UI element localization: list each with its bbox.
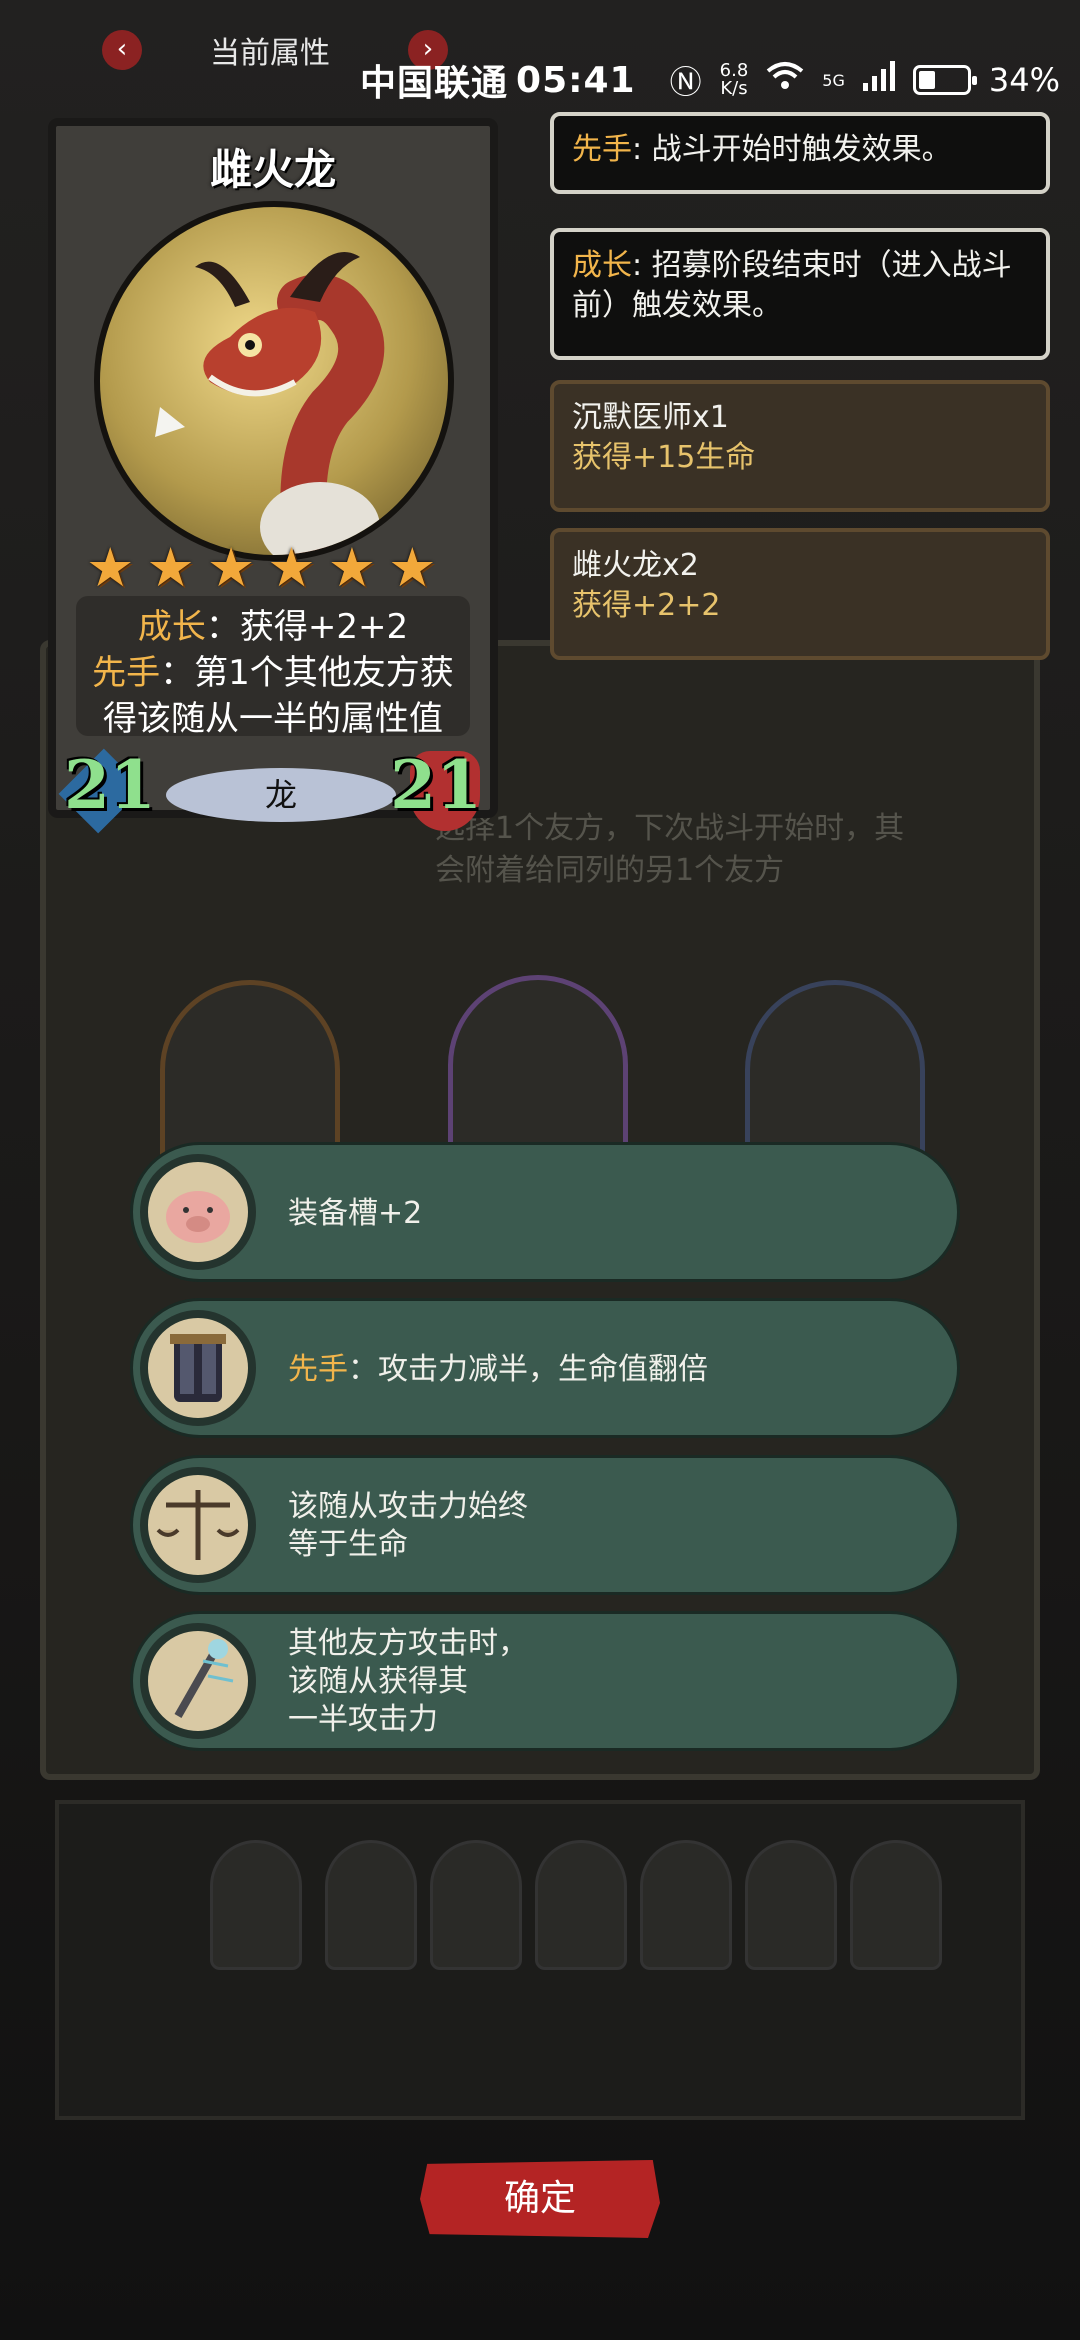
keyword-tooltip: 先手: 战斗开始时触发效果。 [550,112,1050,194]
unit-name: 雌火龙 [209,145,336,194]
health-value: 21 [390,746,482,824]
battery-icon [912,65,977,95]
recruit-card [535,1840,627,1970]
star-icon: ★ [86,536,135,599]
unit-description: 成长：获得+2+2 先手：第1个其他友方获 得该随从一半的属性值 [76,596,470,739]
star-icon: ★ [146,536,195,599]
network-speed: 6.8 K/s [719,60,749,99]
star-icon: ★ [327,536,377,599]
signal-icon [862,61,895,99]
armor-icon [140,1310,256,1426]
prev-button[interactable]: ‹ [102,30,142,70]
status-bar: 中国联通 05:41 Ⓝ 6.8 K/s 5G 34% [360,55,1060,105]
equipment-text: 该随从攻击力始终 等于生命 [288,1489,528,1562]
battery-percent: 34% [988,61,1060,99]
confirm-button[interactable]: 确定 [420,2160,660,2238]
star-rating: ★ ★ ★ ★ ★ ★ [86,536,437,599]
signal-type: 5G [822,70,845,90]
wifi-icon [766,61,804,99]
buff-source-entry: 雌火龙x2 获得+2+2 [550,528,1050,660]
attack-value: 21 [64,746,156,824]
pig-icon [140,1154,256,1270]
equipment-text: 其他友方攻击时， 该随从获得其 一半攻击力 [288,1626,528,1737]
buff-source-entry: 沉默医师x1 获得+15生命 [550,380,1050,512]
recruit-card [850,1840,942,1970]
scale-icon [140,1467,256,1583]
page-title: 当前属性 [210,36,330,71]
recruit-card [745,1840,837,1970]
carrier-label: 中国联通 [360,63,509,104]
clock: 05:41 [516,59,636,101]
recruit-card [430,1840,522,1970]
dragon-portrait-image [94,201,454,561]
nfc-icon: Ⓝ [669,63,702,101]
equipment-text: 装备槽+2 [288,1196,423,1231]
star-icon: ★ [206,536,256,599]
keyword-tooltip: 成长: 招募阶段结束时（进入战斗 前）触发效果。 [550,228,1050,360]
tribe-label: 龙 [166,768,396,822]
board-hint-text: 选择1个友方，下次战斗开始时，其 会附着给同列的另1个友方 [435,811,905,888]
star-icon: ★ [388,536,437,599]
unit-card: 雌火龙 ★ ★ ★ ★ ★ ★ 成长：获得+2+2 先手：第1个其他友方获 得该… [48,118,498,834]
recruit-card [640,1840,732,1970]
star-icon: ★ [267,536,316,599]
staff-icon [140,1623,256,1739]
recruit-card [325,1840,417,1970]
equipment-text: 先手：攻击力减半，生命值翻倍 [288,1352,708,1387]
recruit-card [210,1840,302,1970]
